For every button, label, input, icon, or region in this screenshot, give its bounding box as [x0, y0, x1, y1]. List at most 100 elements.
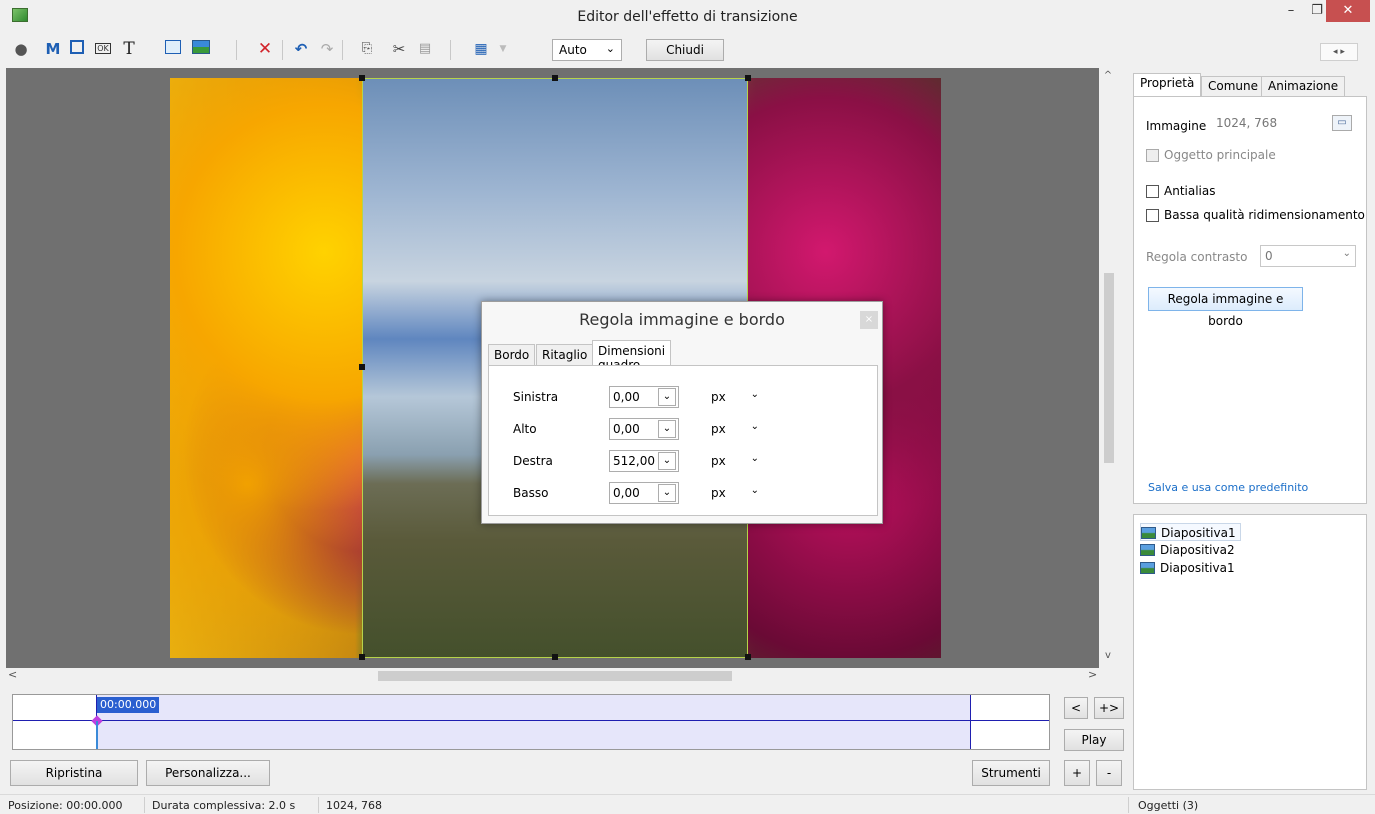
list-item[interactable]: Diapositiva1	[1140, 523, 1241, 541]
timeline[interactable]: 00:00.000	[12, 694, 1050, 750]
image-icon	[1140, 562, 1155, 574]
low-quality-checkbox[interactable]	[1146, 209, 1159, 222]
slide-label: Diapositiva1	[1161, 526, 1236, 540]
label-destra: Destra	[513, 454, 553, 468]
sinistra-input[interactable]: 0,00 ⌄	[609, 386, 679, 408]
rectangle-icon[interactable]	[164, 40, 182, 58]
reset-button[interactable]: Ripristina	[10, 760, 138, 786]
zoom-in-button[interactable]: +	[1064, 760, 1090, 786]
play-button[interactable]: Play	[1064, 729, 1124, 751]
slide-label: Diapositiva1	[1160, 561, 1235, 575]
image-icon	[1141, 527, 1156, 539]
tab-proprieta[interactable]: Proprietà	[1133, 73, 1202, 98]
chevron-down-icon[interactable]: ⌄	[658, 388, 676, 406]
chevron-down-icon: ⌄	[750, 389, 759, 400]
paste-icon[interactable]: ▤	[416, 40, 434, 58]
playhead-cursor[interactable]	[96, 721, 98, 749]
label-basso: Basso	[513, 486, 549, 500]
basso-unit-select[interactable]: px ⌄	[707, 482, 763, 504]
sinistra-unit-select[interactable]: px ⌄	[707, 386, 763, 408]
undo-icon[interactable]: ↶	[292, 40, 310, 58]
folder-icon[interactable]: ▭	[1332, 115, 1352, 131]
adjust-image-button[interactable]: Regola immagine e bordo	[1148, 287, 1303, 328]
frame-icon[interactable]	[68, 40, 86, 58]
separator	[282, 40, 283, 60]
chevron-down-icon: ⌄	[750, 453, 759, 464]
prev-keyframe-button[interactable]: <	[1064, 697, 1088, 719]
save-default-link[interactable]: Salva e usa come predefinito	[1148, 481, 1308, 494]
delete-icon[interactable]: ✕	[256, 40, 274, 58]
close-icon[interactable]: ×	[860, 311, 878, 329]
image-icon	[1140, 544, 1155, 556]
tab-dimensioni-quadro[interactable]: Dimensioni quadro	[592, 340, 672, 372]
chevron-down-icon[interactable]: ⌄	[658, 452, 676, 470]
minimize-button[interactable]: –	[1278, 0, 1304, 22]
camera-icon[interactable]: ●	[12, 40, 30, 58]
grid-icon[interactable]: ▦	[472, 40, 490, 58]
close-window-button[interactable]: ✕	[1326, 0, 1370, 22]
cut-icon[interactable]: ✂	[390, 40, 408, 58]
scroll-thumb[interactable]	[378, 671, 732, 681]
redo-icon[interactable]: ↷	[318, 40, 336, 58]
zoom-value: Auto	[559, 43, 587, 57]
chevron-down-icon[interactable]: ⌄	[658, 484, 676, 502]
close-button[interactable]: Chiudi	[646, 39, 724, 61]
sinistra-value: 0,00	[613, 390, 640, 404]
copy-icon[interactable]: ⎘	[358, 40, 376, 58]
scroll-thumb[interactable]	[1104, 273, 1114, 463]
alto-unit: px	[711, 422, 726, 436]
basso-input[interactable]: 0,00 ⌄	[609, 482, 679, 504]
list-item[interactable]: Diapositiva1	[1140, 559, 1235, 577]
slides-list: Diapositiva1 Diapositiva2 Diapositiva1	[1133, 514, 1367, 790]
dialog-panel: Sinistra 0,00 ⌄ px ⌄ Alto 0,00 ⌄ px ⌄ Destra…	[488, 365, 878, 516]
destra-input[interactable]: 512,00 ⌄	[609, 450, 679, 472]
zoom-out-button[interactable]: -	[1096, 760, 1122, 786]
grid-dropdown-icon[interactable]: ▼	[494, 40, 512, 58]
alto-input[interactable]: 0,00 ⌄	[609, 418, 679, 440]
status-size: 1024, 768	[326, 799, 382, 812]
tab-comune[interactable]: Comune	[1201, 76, 1266, 97]
dialog-title: Regola immagine e bordo	[579, 310, 785, 329]
ok-button-icon[interactable]: OK	[94, 40, 112, 58]
text-m-icon[interactable]: M	[44, 40, 62, 58]
resize-handle[interactable]	[552, 654, 558, 660]
image-icon[interactable]	[192, 40, 210, 58]
scroll-left-icon[interactable]: <	[8, 668, 17, 681]
resize-handle[interactable]	[552, 75, 558, 81]
horizontal-scrollbar[interactable]: < >	[6, 668, 1099, 684]
chevron-down-icon[interactable]: ⌄	[658, 420, 676, 438]
next-keyframe-button[interactable]: +>	[1094, 697, 1124, 719]
scroll-right-icon[interactable]: >	[1088, 668, 1097, 681]
vertical-scrollbar[interactable]: ^ v	[1099, 68, 1117, 668]
destra-unit-select[interactable]: px ⌄	[707, 450, 763, 472]
customize-button[interactable]: Personalizza...	[146, 760, 270, 786]
list-item[interactable]: Diapositiva2	[1140, 541, 1235, 559]
resize-handle[interactable]	[359, 364, 365, 370]
slide-label: Diapositiva2	[1160, 543, 1235, 557]
tab-ritaglio[interactable]: Ritaglio	[536, 344, 594, 366]
resize-handle[interactable]	[745, 654, 751, 660]
alto-unit-select[interactable]: px ⌄	[707, 418, 763, 440]
main-object-checkbox[interactable]	[1146, 149, 1159, 162]
timeline-track-line	[13, 720, 1049, 721]
antialias-checkbox[interactable]	[1146, 185, 1159, 198]
status-objects: Oggetti (3)	[1138, 799, 1199, 812]
scroll-down-icon[interactable]: v	[1099, 650, 1117, 661]
scroll-up-icon[interactable]: ^	[1099, 70, 1117, 81]
zoom-select[interactable]: Auto ⌄	[552, 39, 622, 61]
contrast-select[interactable]: 0 ⌄	[1260, 245, 1356, 267]
chevron-down-icon: ⌄	[605, 42, 615, 55]
tools-button[interactable]: Strumenti	[972, 760, 1050, 786]
timeline-time: 00:00.000	[97, 697, 160, 713]
tab-animazione[interactable]: Animazione	[1261, 76, 1346, 97]
tab-bordo[interactable]: Bordo	[488, 344, 536, 366]
sinistra-unit: px	[711, 390, 726, 404]
destra-value: 512,00	[613, 454, 655, 468]
resize-handle[interactable]	[359, 75, 365, 81]
label-sinistra: Sinistra	[513, 390, 559, 404]
text-t-icon[interactable]: T	[120, 40, 138, 58]
resize-handle[interactable]	[359, 654, 365, 660]
timeline-range[interactable]	[96, 695, 971, 749]
resize-handle[interactable]	[745, 75, 751, 81]
toolbar-nav-arrows[interactable]: ◂ ▸	[1320, 43, 1358, 61]
